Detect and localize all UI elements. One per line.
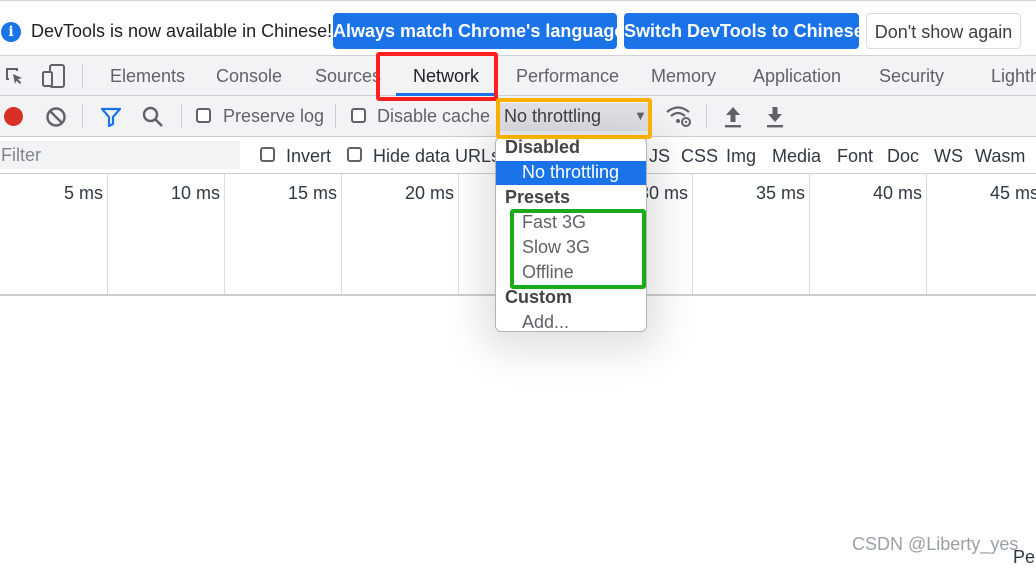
tick-label: 35 ms (755, 183, 805, 203)
preserve-log-label: Preserve log (223, 106, 325, 126)
tab-sources[interactable]: Sources (315, 66, 381, 87)
status-text-fragment: Pe (1013, 547, 1036, 567)
tab-memory[interactable]: Memory (651, 66, 716, 87)
network-conditions-icon[interactable] (666, 104, 692, 133)
tick-gridline (341, 174, 342, 294)
tick-gridline (692, 174, 693, 294)
type-filter-media[interactable]: Media (772, 146, 821, 167)
annotation-presets-highlight (510, 209, 646, 289)
clear-icon[interactable] (45, 106, 67, 133)
tick-gridline (458, 174, 459, 294)
annotation-network-highlight (376, 52, 498, 101)
annotation-throttling-highlight (496, 98, 652, 139)
tab-application[interactable]: Application (753, 66, 841, 87)
watermark: CSDN @Liberty_yes (852, 534, 1019, 554)
tab-console[interactable]: Console (216, 66, 282, 87)
option-add-custom[interactable]: Add... (522, 312, 569, 333)
toolbar-divider (706, 104, 707, 128)
tab-elements[interactable]: Elements (110, 66, 185, 87)
search-icon[interactable] (141, 105, 165, 134)
preserve-log-checkbox[interactable] (196, 108, 211, 123)
import-har-icon[interactable] (722, 105, 744, 134)
tick-gridline (809, 174, 810, 294)
disable-cache-label: Disable cache (377, 106, 491, 126)
type-filter-js[interactable]: JS (649, 146, 670, 167)
type-filter-css[interactable]: CSS (681, 146, 718, 167)
tick-label: 40 ms (872, 183, 922, 203)
type-filter-img[interactable]: Img (726, 146, 756, 167)
toolbar-divider (335, 104, 336, 128)
match-language-button[interactable]: Always match Chrome's language (333, 13, 624, 49)
hide-data-urls-checkbox[interactable] (347, 147, 362, 162)
dropdown-group-presets: Presets (505, 187, 571, 207)
dont-show-again-button[interactable]: Don't show again (866, 13, 1021, 49)
record-icon[interactable] (4, 107, 23, 126)
tick-gridline (107, 174, 108, 294)
tick-label: 15 ms (287, 183, 337, 203)
invert-label: Invert (286, 146, 332, 166)
info-icon: i (1, 22, 21, 42)
disable-cache-checkbox[interactable] (351, 108, 366, 123)
tab-performance[interactable]: Performance (516, 66, 619, 87)
toolbar-divider (82, 104, 83, 128)
filter-icon[interactable] (100, 106, 122, 133)
type-filter-ws[interactable]: WS (934, 146, 963, 167)
tab-divider (82, 64, 83, 88)
switch-to-chinese-button[interactable]: Switch DevTools to Chinese (624, 13, 864, 49)
dropdown-group-custom: Custom (505, 287, 572, 307)
toolbar-divider (181, 104, 182, 128)
type-filter-doc[interactable]: Doc (887, 146, 919, 167)
tab-lighthouse[interactable]: Lighth (991, 66, 1036, 87)
tick-label: 20 ms (404, 183, 454, 203)
export-har-icon[interactable] (764, 105, 786, 134)
option-no-throttling[interactable]: No throttling (522, 162, 619, 183)
invert-checkbox[interactable] (260, 147, 275, 162)
tab-security[interactable]: Security (879, 66, 944, 87)
dropdown-group-disabled: Disabled (505, 137, 581, 157)
type-filter-wasm[interactable]: Wasm (975, 146, 1025, 167)
filter-input[interactable] (0, 141, 240, 169)
tick-label: 5 ms (63, 183, 103, 203)
hide-data-urls-label: Hide data URLs (373, 146, 501, 166)
type-filter-font[interactable]: Font (837, 146, 873, 167)
tick-label: 10 ms (170, 183, 220, 203)
device-toolbar-icon[interactable] (42, 63, 66, 94)
tick-gridline (926, 174, 927, 294)
tick-label: 45 ms (989, 183, 1036, 203)
tick-gridline (224, 174, 225, 294)
infobar-message: DevTools is now available in Chinese! (31, 21, 333, 41)
inspect-element-icon[interactable] (3, 65, 27, 94)
